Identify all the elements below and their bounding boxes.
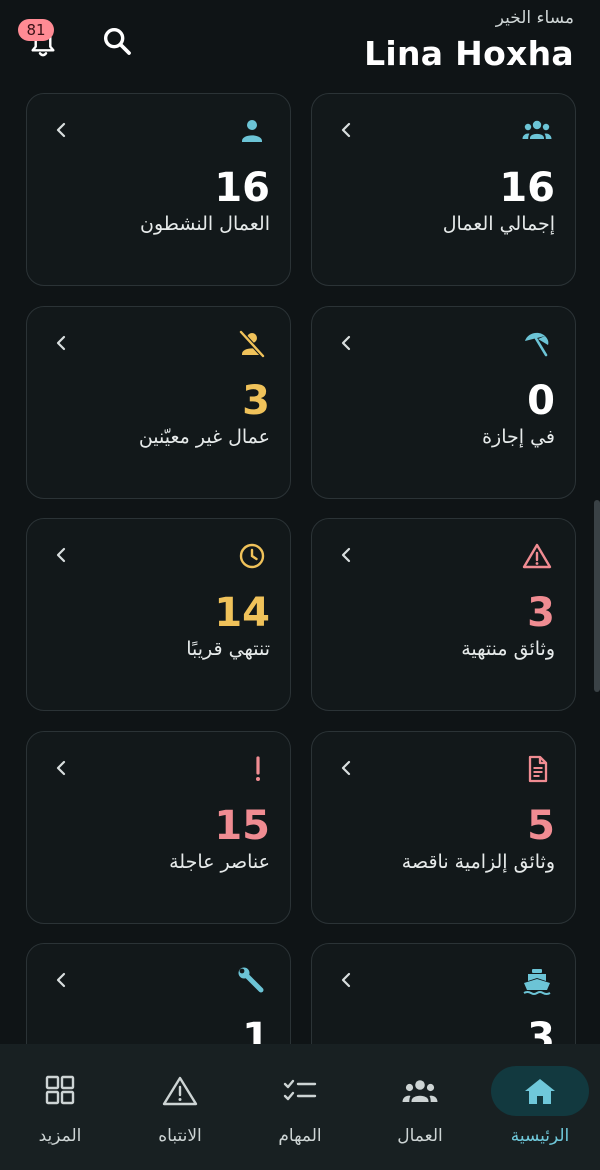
person-off-icon bbox=[236, 329, 268, 359]
nav-label: الانتباه bbox=[158, 1126, 202, 1146]
warning-icon bbox=[521, 541, 553, 571]
group-icon bbox=[400, 1074, 440, 1108]
card-label: تنتهي قريبًا bbox=[186, 638, 270, 660]
chevron-left-icon bbox=[338, 120, 354, 140]
card-value: 3 bbox=[242, 378, 270, 424]
card-label: عمال غير معيّنين bbox=[138, 426, 270, 448]
nav-alerts[interactable]: الانتباه bbox=[120, 1044, 240, 1170]
group-icon bbox=[521, 116, 553, 146]
search-icon bbox=[103, 27, 131, 55]
card-value: 3 bbox=[527, 590, 555, 636]
card-value: 5 bbox=[527, 803, 555, 849]
chevron-left-icon bbox=[53, 333, 69, 353]
exclamation-icon bbox=[236, 754, 268, 784]
nav-label: المهام bbox=[278, 1126, 322, 1146]
card-value: 15 bbox=[214, 803, 270, 849]
nav-home[interactable]: الرئيسية bbox=[480, 1044, 600, 1170]
clock-icon bbox=[236, 541, 268, 571]
nav-label: المزيد bbox=[38, 1126, 82, 1146]
card-value: 14 bbox=[214, 590, 270, 636]
card-label: في إجازة bbox=[482, 426, 555, 448]
card-value: 3 bbox=[527, 1015, 555, 1044]
beach-umbrella-icon bbox=[521, 329, 553, 359]
header: مساء الخير Lina Hoxha 81 bbox=[0, 0, 600, 88]
card-label: العمال النشطون bbox=[140, 213, 270, 235]
document-icon bbox=[521, 754, 553, 784]
stats-grid: 16 إجمالي العمال 16 العمال النشطون 0 في … bbox=[0, 92, 600, 1044]
card-maintenance[interactable]: 1 bbox=[26, 943, 291, 1044]
card-label: عناصر عاجلة bbox=[169, 851, 270, 873]
ship-icon bbox=[521, 966, 553, 996]
card-urgent-items[interactable]: 15 عناصر عاجلة bbox=[26, 731, 291, 924]
chevron-left-icon bbox=[53, 758, 69, 778]
search-button[interactable] bbox=[100, 24, 136, 60]
chevron-left-icon bbox=[338, 970, 354, 990]
home-icon bbox=[520, 1074, 560, 1108]
chevron-left-icon bbox=[53, 120, 69, 140]
card-expiring-soon[interactable]: 14 تنتهي قريبًا bbox=[26, 518, 291, 711]
card-label: وثائق إلزامية ناقصة bbox=[401, 851, 555, 873]
card-value: 16 bbox=[214, 165, 270, 211]
card-vessel[interactable]: 3 bbox=[311, 943, 576, 1044]
card-value: 1 bbox=[242, 1015, 270, 1044]
card-label: وثائق منتهية bbox=[461, 638, 555, 660]
scrollbar[interactable] bbox=[594, 500, 600, 692]
card-missing-mandatory-documents[interactable]: 5 وثائق إلزامية ناقصة bbox=[311, 731, 576, 924]
bottom-navigation: الرئيسية العمال المهام الانتباه المزيد bbox=[0, 1044, 600, 1170]
nav-workers[interactable]: العمال bbox=[360, 1044, 480, 1170]
card-label: إجمالي العمال bbox=[442, 213, 555, 235]
chevron-left-icon bbox=[338, 758, 354, 778]
chevron-left-icon bbox=[338, 545, 354, 565]
user-name: Lina Hoxha bbox=[364, 34, 574, 73]
person-icon bbox=[236, 116, 268, 146]
warning-icon bbox=[160, 1074, 200, 1108]
chevron-left-icon bbox=[338, 333, 354, 353]
notification-badge: 81 bbox=[18, 19, 54, 41]
nav-more[interactable]: المزيد bbox=[0, 1044, 120, 1170]
card-unassigned-workers[interactable]: 3 عمال غير معيّنين bbox=[26, 306, 291, 499]
nav-label: الرئيسية bbox=[510, 1126, 570, 1146]
card-on-leave[interactable]: 0 في إجازة bbox=[311, 306, 576, 499]
card-active-workers[interactable]: 16 العمال النشطون bbox=[26, 93, 291, 286]
card-total-workers[interactable]: 16 إجمالي العمال bbox=[311, 93, 576, 286]
card-value: 0 bbox=[527, 378, 555, 424]
nav-label: العمال bbox=[397, 1126, 443, 1146]
grid-icon bbox=[40, 1074, 80, 1108]
card-expired-documents[interactable]: 3 وثائق منتهية bbox=[311, 518, 576, 711]
greeting-text: مساء الخير bbox=[495, 8, 574, 28]
chevron-left-icon bbox=[53, 970, 69, 990]
nav-tasks[interactable]: المهام bbox=[240, 1044, 360, 1170]
chevron-left-icon bbox=[53, 545, 69, 565]
card-value: 16 bbox=[499, 165, 555, 211]
checklist-icon bbox=[280, 1074, 320, 1108]
wrench-icon bbox=[236, 966, 268, 996]
